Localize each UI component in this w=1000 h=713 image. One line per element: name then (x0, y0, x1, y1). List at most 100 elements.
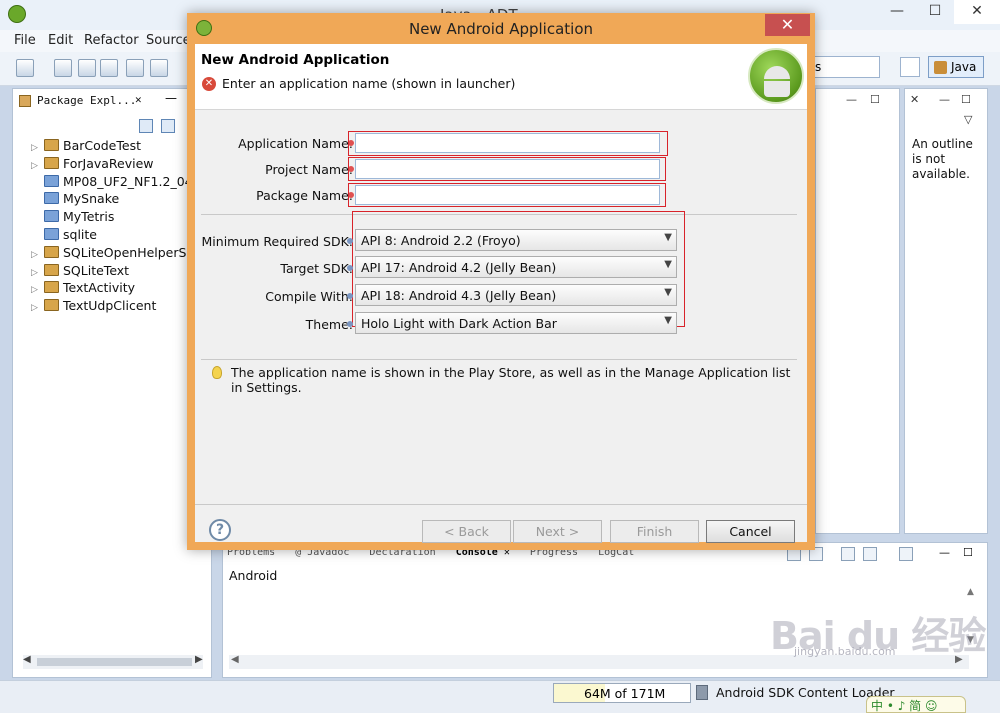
input-method-badge[interactable]: 中 • ♪ 简 ☺ (866, 696, 966, 713)
package-explorer-minimize-icon[interactable]: — (165, 91, 177, 105)
dialog-title: New Android Application (408, 20, 594, 38)
scroll-up-icon[interactable]: ▲ (967, 587, 981, 597)
min-sdk-value: API 8: Android 2.2 (Froyo) (361, 233, 521, 248)
outline-panel: ✕ — ☐ ▽ An outline is not available. (904, 88, 988, 534)
next-button[interactable]: Next > (513, 520, 602, 543)
collapse-all-icon[interactable] (139, 119, 153, 133)
java-perspective-icon (934, 61, 947, 74)
package-explorer-tab[interactable]: Package Expl... ✕ (13, 89, 153, 113)
display-console-icon[interactable] (863, 547, 877, 561)
package-name-input[interactable] (355, 185, 660, 205)
tree-item-mysnake[interactable]: MySnake (31, 190, 211, 208)
menu-refactor[interactable]: Refactor (84, 33, 139, 48)
tree-item-textactivity[interactable]: ▷ TextActivity (31, 279, 211, 297)
save-icon[interactable] (54, 59, 72, 77)
ide-close-button[interactable]: ✕ (954, 0, 1000, 24)
android-project-icon (44, 245, 59, 258)
console-minimize-icon[interactable]: — (939, 546, 950, 559)
tree-item-forjavareview[interactable]: ▷ ForJavaReview (31, 155, 211, 173)
target-sdk-label: Target SDK: (280, 261, 353, 276)
java-perspective-button[interactable]: Java (928, 56, 984, 78)
package-explorer-hscrollbar[interactable]: ◀ ▶ (23, 654, 203, 669)
info-icon (347, 265, 353, 271)
project-name-input[interactable] (355, 159, 660, 179)
new-icon[interactable] (16, 59, 34, 77)
tree-item-sqlitetext[interactable]: ▷ SQLiteText (31, 262, 211, 280)
tree-item-sqlite[interactable]: sqlite (31, 226, 211, 244)
scroll-left-icon[interactable]: ◀ (231, 654, 239, 665)
package-explorer-panel: Package Expl... ✕ — ▷ BarCodeTest ▷ ForJav… (12, 88, 212, 678)
expand-icon[interactable]: ▷ (31, 265, 38, 280)
finish-button[interactable]: Finish (610, 520, 699, 543)
back-button[interactable]: < Back (422, 520, 511, 543)
target-sdk-select[interactable]: API 17: Android 4.2 (Jelly Bean) ▼ (355, 256, 677, 278)
outline-minimize-icon[interactable]: — (939, 93, 950, 106)
expand-icon[interactable]: ▷ (31, 247, 38, 262)
scroll-left-icon[interactable]: ◀ (23, 654, 31, 665)
heap-status-text: 64M of 171M (584, 686, 666, 701)
android-head-icon (764, 66, 790, 79)
open-console-icon[interactable] (899, 547, 913, 561)
editor-maximize-icon[interactable]: ☐ (870, 93, 880, 106)
info-icon (347, 321, 353, 327)
dialog-title-bar[interactable]: New Android Application ✕ (187, 13, 815, 43)
theme-select[interactable]: Holo Light with Dark Action Bar ▼ (355, 312, 677, 334)
info-icon (347, 238, 353, 244)
help-button[interactable]: ? (209, 519, 231, 541)
wizard-header: New Android Application ✕ Enter an appli… (195, 44, 807, 110)
min-sdk-label: Minimum Required SDK: (201, 234, 353, 249)
scroll-right-icon[interactable]: ▶ (195, 654, 203, 665)
tree-item-textudpclicent[interactable]: ▷ TextUdpClicent (31, 297, 211, 315)
chevron-down-icon: ▼ (664, 287, 672, 298)
android-project-icon (44, 281, 59, 294)
quick-access-input[interactable]: s (810, 56, 880, 78)
menu-source[interactable]: Source (146, 33, 191, 48)
package-name-label: Package Name: (256, 188, 353, 203)
dialog-close-button[interactable]: ✕ (765, 14, 810, 36)
avd-manager-icon[interactable] (150, 59, 168, 77)
heap-status[interactable]: 64M of 171M (553, 683, 691, 703)
compile-with-select[interactable]: API 18: Android 4.3 (Jelly Bean) ▼ (355, 284, 677, 306)
application-name-input[interactable] (355, 133, 660, 153)
package-explorer-close-icon[interactable]: ✕ (135, 93, 142, 106)
outline-view-menu-icon[interactable]: ▽ (964, 113, 972, 126)
ide-maximize-button[interactable]: ☐ (918, 0, 952, 24)
console-maximize-icon[interactable]: ☐ (963, 546, 973, 559)
menu-file[interactable]: File (14, 33, 36, 48)
scroll-thumb[interactable] (37, 658, 192, 666)
tree-item-mp08[interactable]: MP08_UF2_NF1.2_04 (31, 173, 211, 191)
ide-minimize-button[interactable]: — (880, 0, 914, 24)
pin-console-icon[interactable] (841, 547, 855, 561)
tree-item-sqliteopenhelper[interactable]: ▷ SQLiteOpenHelperSar (31, 244, 211, 262)
info-icon (347, 293, 353, 299)
android-project-icon (44, 156, 59, 169)
outline-close-icon[interactable]: ✕ (910, 93, 919, 106)
application-name-label: Application Name: (238, 136, 353, 151)
expand-icon[interactable]: ▷ (31, 282, 38, 297)
editor-area: — ☐ (815, 88, 900, 534)
error-icon: ✕ (202, 77, 216, 91)
outline-maximize-icon[interactable]: ☐ (961, 93, 971, 106)
theme-label: Theme: (305, 317, 353, 332)
tree-item-barcodetest[interactable]: ▷ BarCodeTest (31, 137, 211, 155)
print-icon[interactable] (100, 59, 118, 77)
outline-message: An outline is not available. (912, 137, 973, 181)
tree-item-mytetris[interactable]: MyTetris (31, 208, 211, 226)
menu-edit[interactable]: Edit (48, 33, 73, 48)
trash-icon[interactable] (696, 685, 708, 700)
editor-minimize-icon[interactable]: — (846, 93, 857, 106)
expand-icon[interactable]: ▷ (31, 158, 38, 173)
sdk-manager-icon[interactable] (126, 59, 144, 77)
link-with-editor-icon[interactable] (161, 119, 175, 133)
android-project-icon (44, 263, 59, 276)
field-hint: The application name is shown in the Pla… (231, 365, 791, 395)
expand-icon[interactable]: ▷ (31, 140, 38, 155)
wizard-error-message: Enter an application name (shown in laun… (222, 76, 516, 91)
min-sdk-select[interactable]: API 8: Android 2.2 (Froyo) ▼ (355, 229, 677, 251)
project-name-label: Project Name: (265, 162, 353, 177)
expand-icon[interactable]: ▷ (31, 300, 38, 315)
project-tree: ▷ BarCodeTest ▷ ForJavaReview MP08_UF2_NF1… (31, 137, 211, 315)
save-all-icon[interactable] (78, 59, 96, 77)
cancel-button[interactable]: Cancel (706, 520, 795, 543)
open-perspective-icon[interactable] (900, 57, 920, 77)
